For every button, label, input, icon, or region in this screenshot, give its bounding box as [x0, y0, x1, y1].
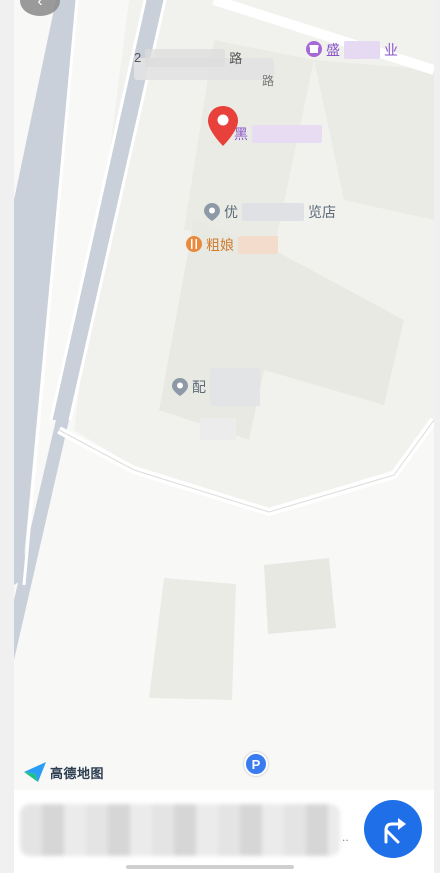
bottom-address-bar: .. [14, 790, 434, 873]
road-sub-label: 路 [262, 72, 274, 89]
poi-you-label: 优 [224, 204, 238, 220]
map-screen: ‹ 2 路 路 盛 业 黑 优 览店 粗娘 配 高德地图 P .. [14, 0, 434, 873]
poi-sheng[interactable]: 盛 业 [306, 40, 398, 60]
redacted-block [145, 48, 226, 67]
poi-pei-label: 配 [192, 379, 206, 395]
poi-hei[interactable]: 黑 [234, 124, 322, 144]
navigate-button[interactable] [364, 800, 422, 858]
road-label-suffix: 路 [229, 51, 243, 66]
route-turn-icon [384, 818, 406, 844]
chevron-left-icon: ‹ [37, 0, 43, 10]
poi-pin-icon [172, 378, 188, 396]
road-sub-text: 路 [262, 74, 275, 88]
poi-you[interactable]: 优 览店 [204, 202, 336, 222]
poi-cuniang-label: 粗娘 [206, 237, 234, 253]
poi-sheng-label: 盛 [326, 42, 340, 58]
address-text-redacted[interactable] [20, 804, 340, 856]
redacted-block [344, 41, 380, 59]
amap-logo: 高德地图 [24, 762, 104, 782]
redacted-block [242, 203, 304, 221]
amap-logo-icon [24, 762, 46, 782]
ellipsis-text: .. [342, 830, 349, 844]
poi-hei-label: 黑 [234, 126, 248, 142]
amap-logo-text: 高德地图 [50, 765, 105, 781]
poi-you-suffix: 览店 [308, 204, 336, 220]
home-indicator[interactable] [126, 865, 294, 869]
redacted-block [210, 368, 260, 406]
restaurant-icon [186, 236, 202, 252]
redacted-block [252, 125, 322, 143]
poi-cuniang[interactable]: 粗娘 [186, 235, 278, 255]
shop-icon [306, 41, 322, 57]
parking-icon[interactable]: P [244, 752, 268, 776]
redacted-block [200, 418, 236, 440]
poi-pin-icon [204, 203, 220, 221]
poi-pei[interactable]: 配 [172, 368, 260, 406]
road-label-text: 2 [134, 50, 142, 65]
redacted-block [238, 236, 278, 254]
road-label: 2 路 [134, 48, 242, 67]
poi-sheng-suffix: 业 [384, 42, 398, 58]
parking-label: P [251, 756, 261, 772]
